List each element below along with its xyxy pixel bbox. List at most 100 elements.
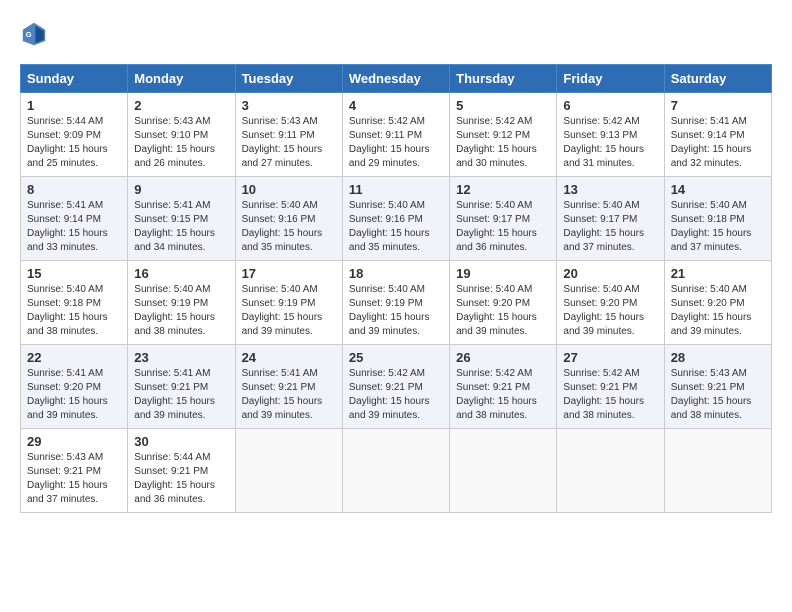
calendar-cell (664, 429, 771, 513)
day-info: Sunrise: 5:40 AM Sunset: 9:18 PM Dayligh… (27, 283, 121, 339)
calendar-cell: 28 Sunrise: 5:43 AM Sunset: 9:21 PM Dayli… (664, 345, 771, 429)
calendar-cell: 13 Sunrise: 5:40 AM Sunset: 9:17 PM Dayli… (557, 177, 664, 261)
day-info: Sunrise: 5:41 AM Sunset: 9:21 PM Dayligh… (242, 367, 336, 423)
calendar-week-2: 8 Sunrise: 5:41 AM Sunset: 9:14 PM Daylig… (21, 177, 772, 261)
calendar-cell: 21 Sunrise: 5:40 AM Sunset: 9:20 PM Dayli… (664, 261, 771, 345)
dow-header-sunday: Sunday (21, 65, 128, 93)
day-number: 13 (563, 182, 657, 197)
day-number: 26 (456, 350, 550, 365)
calendar-cell: 30Sunrise: 5:44 AM Sunset: 9:21 PM Dayli… (128, 429, 235, 513)
calendar-cell: 4 Sunrise: 5:42 AM Sunset: 9:11 PM Daylig… (342, 93, 449, 177)
day-info: Sunrise: 5:40 AM Sunset: 9:16 PM Dayligh… (349, 199, 443, 255)
day-number: 8 (27, 182, 121, 197)
dow-header-monday: Monday (128, 65, 235, 93)
day-info: Sunrise: 5:42 AM Sunset: 9:11 PM Dayligh… (349, 115, 443, 171)
day-number: 11 (349, 182, 443, 197)
calendar-cell: 11 Sunrise: 5:40 AM Sunset: 9:16 PM Dayli… (342, 177, 449, 261)
day-info: Sunrise: 5:40 AM Sunset: 9:20 PM Dayligh… (671, 283, 765, 339)
calendar-cell: 26 Sunrise: 5:42 AM Sunset: 9:21 PM Dayli… (450, 345, 557, 429)
dow-header-thursday: Thursday (450, 65, 557, 93)
day-number: 18 (349, 266, 443, 281)
calendar-cell (342, 429, 449, 513)
day-info: Sunrise: 5:40 AM Sunset: 9:19 PM Dayligh… (242, 283, 336, 339)
day-info: Sunrise: 5:43 AM Sunset: 9:11 PM Dayligh… (242, 115, 336, 171)
day-info: Sunrise: 5:40 AM Sunset: 9:19 PM Dayligh… (349, 283, 443, 339)
dow-header-saturday: Saturday (664, 65, 771, 93)
day-info: Sunrise: 5:40 AM Sunset: 9:16 PM Dayligh… (242, 199, 336, 255)
calendar-cell: 14 Sunrise: 5:40 AM Sunset: 9:18 PM Dayli… (664, 177, 771, 261)
calendar-table: SundayMondayTuesdayWednesdayThursdayFrid… (20, 64, 772, 513)
day-number: 16 (134, 266, 228, 281)
day-info: Sunrise: 5:41 AM Sunset: 9:20 PM Dayligh… (27, 367, 121, 423)
calendar-cell: 25 Sunrise: 5:42 AM Sunset: 9:21 PM Dayli… (342, 345, 449, 429)
day-number: 28 (671, 350, 765, 365)
day-number: 22 (27, 350, 121, 365)
day-number: 19 (456, 266, 550, 281)
logo: G (20, 20, 52, 48)
calendar-cell: 16Sunrise: 5:40 AM Sunset: 9:19 PM Dayli… (128, 261, 235, 345)
days-of-week-row: SundayMondayTuesdayWednesdayThursdayFrid… (21, 65, 772, 93)
calendar-cell: 19Sunrise: 5:40 AM Sunset: 9:20 PM Dayli… (450, 261, 557, 345)
day-number: 7 (671, 98, 765, 113)
day-number: 9 (134, 182, 228, 197)
logo-icon: G (20, 20, 48, 48)
day-info: Sunrise: 5:40 AM Sunset: 9:17 PM Dayligh… (563, 199, 657, 255)
day-number: 29 (27, 434, 121, 449)
calendar-week-1: 1 Sunrise: 5:44 AM Sunset: 9:09 PM Daylig… (21, 93, 772, 177)
day-number: 17 (242, 266, 336, 281)
calendar-cell: 15 Sunrise: 5:40 AM Sunset: 9:18 PM Dayli… (21, 261, 128, 345)
day-info: Sunrise: 5:41 AM Sunset: 9:21 PM Dayligh… (134, 367, 228, 423)
day-info: Sunrise: 5:41 AM Sunset: 9:14 PM Dayligh… (27, 199, 121, 255)
day-info: Sunrise: 5:43 AM Sunset: 9:10 PM Dayligh… (134, 115, 228, 171)
calendar-week-5: 29Sunrise: 5:43 AM Sunset: 9:21 PM Dayli… (21, 429, 772, 513)
calendar-cell: 5 Sunrise: 5:42 AM Sunset: 9:12 PM Daylig… (450, 93, 557, 177)
day-number: 14 (671, 182, 765, 197)
calendar-cell: 18 Sunrise: 5:40 AM Sunset: 9:19 PM Dayli… (342, 261, 449, 345)
day-number: 15 (27, 266, 121, 281)
day-number: 2 (134, 98, 228, 113)
day-number: 30 (134, 434, 228, 449)
day-info: Sunrise: 5:42 AM Sunset: 9:13 PM Dayligh… (563, 115, 657, 171)
calendar-cell: 20 Sunrise: 5:40 AM Sunset: 9:20 PM Dayli… (557, 261, 664, 345)
day-info: Sunrise: 5:44 AM Sunset: 9:09 PM Dayligh… (27, 115, 121, 171)
calendar-cell (557, 429, 664, 513)
day-number: 20 (563, 266, 657, 281)
calendar-week-4: 22 Sunrise: 5:41 AM Sunset: 9:20 PM Dayli… (21, 345, 772, 429)
dow-header-friday: Friday (557, 65, 664, 93)
day-info: Sunrise: 5:41 AM Sunset: 9:15 PM Dayligh… (134, 199, 228, 255)
day-number: 1 (27, 98, 121, 113)
day-info: Sunrise: 5:41 AM Sunset: 9:14 PM Dayligh… (671, 115, 765, 171)
dow-header-tuesday: Tuesday (235, 65, 342, 93)
day-info: Sunrise: 5:42 AM Sunset: 9:21 PM Dayligh… (349, 367, 443, 423)
day-number: 24 (242, 350, 336, 365)
day-number: 3 (242, 98, 336, 113)
calendar-cell: 10Sunrise: 5:40 AM Sunset: 9:16 PM Dayli… (235, 177, 342, 261)
calendar-cell: 9 Sunrise: 5:41 AM Sunset: 9:15 PM Daylig… (128, 177, 235, 261)
dow-header-wednesday: Wednesday (342, 65, 449, 93)
day-number: 23 (134, 350, 228, 365)
calendar-cell: 22 Sunrise: 5:41 AM Sunset: 9:20 PM Dayli… (21, 345, 128, 429)
calendar-cell: 3 Sunrise: 5:43 AM Sunset: 9:11 PM Daylig… (235, 93, 342, 177)
day-info: Sunrise: 5:40 AM Sunset: 9:18 PM Dayligh… (671, 199, 765, 255)
calendar-cell (235, 429, 342, 513)
calendar-cell: 23 Sunrise: 5:41 AM Sunset: 9:21 PM Dayli… (128, 345, 235, 429)
calendar-cell: 2 Sunrise: 5:43 AM Sunset: 9:10 PM Daylig… (128, 93, 235, 177)
day-number: 12 (456, 182, 550, 197)
calendar-cell: 1 Sunrise: 5:44 AM Sunset: 9:09 PM Daylig… (21, 93, 128, 177)
day-info: Sunrise: 5:40 AM Sunset: 9:20 PM Dayligh… (563, 283, 657, 339)
day-info: Sunrise: 5:42 AM Sunset: 9:21 PM Dayligh… (563, 367, 657, 423)
day-number: 27 (563, 350, 657, 365)
calendar-cell: 24 Sunrise: 5:41 AM Sunset: 9:21 PM Dayli… (235, 345, 342, 429)
day-number: 25 (349, 350, 443, 365)
calendar-cell: 29Sunrise: 5:43 AM Sunset: 9:21 PM Dayli… (21, 429, 128, 513)
day-info: Sunrise: 5:43 AM Sunset: 9:21 PM Dayligh… (671, 367, 765, 423)
day-number: 4 (349, 98, 443, 113)
calendar-cell: 12Sunrise: 5:40 AM Sunset: 9:17 PM Dayli… (450, 177, 557, 261)
day-number: 5 (456, 98, 550, 113)
day-info: Sunrise: 5:42 AM Sunset: 9:12 PM Dayligh… (456, 115, 550, 171)
day-number: 21 (671, 266, 765, 281)
calendar-cell: 6Sunrise: 5:42 AM Sunset: 9:13 PM Daylig… (557, 93, 664, 177)
calendar-cell: 27 Sunrise: 5:42 AM Sunset: 9:21 PM Dayli… (557, 345, 664, 429)
calendar-body: 1 Sunrise: 5:44 AM Sunset: 9:09 PM Daylig… (21, 93, 772, 513)
day-info: Sunrise: 5:42 AM Sunset: 9:21 PM Dayligh… (456, 367, 550, 423)
